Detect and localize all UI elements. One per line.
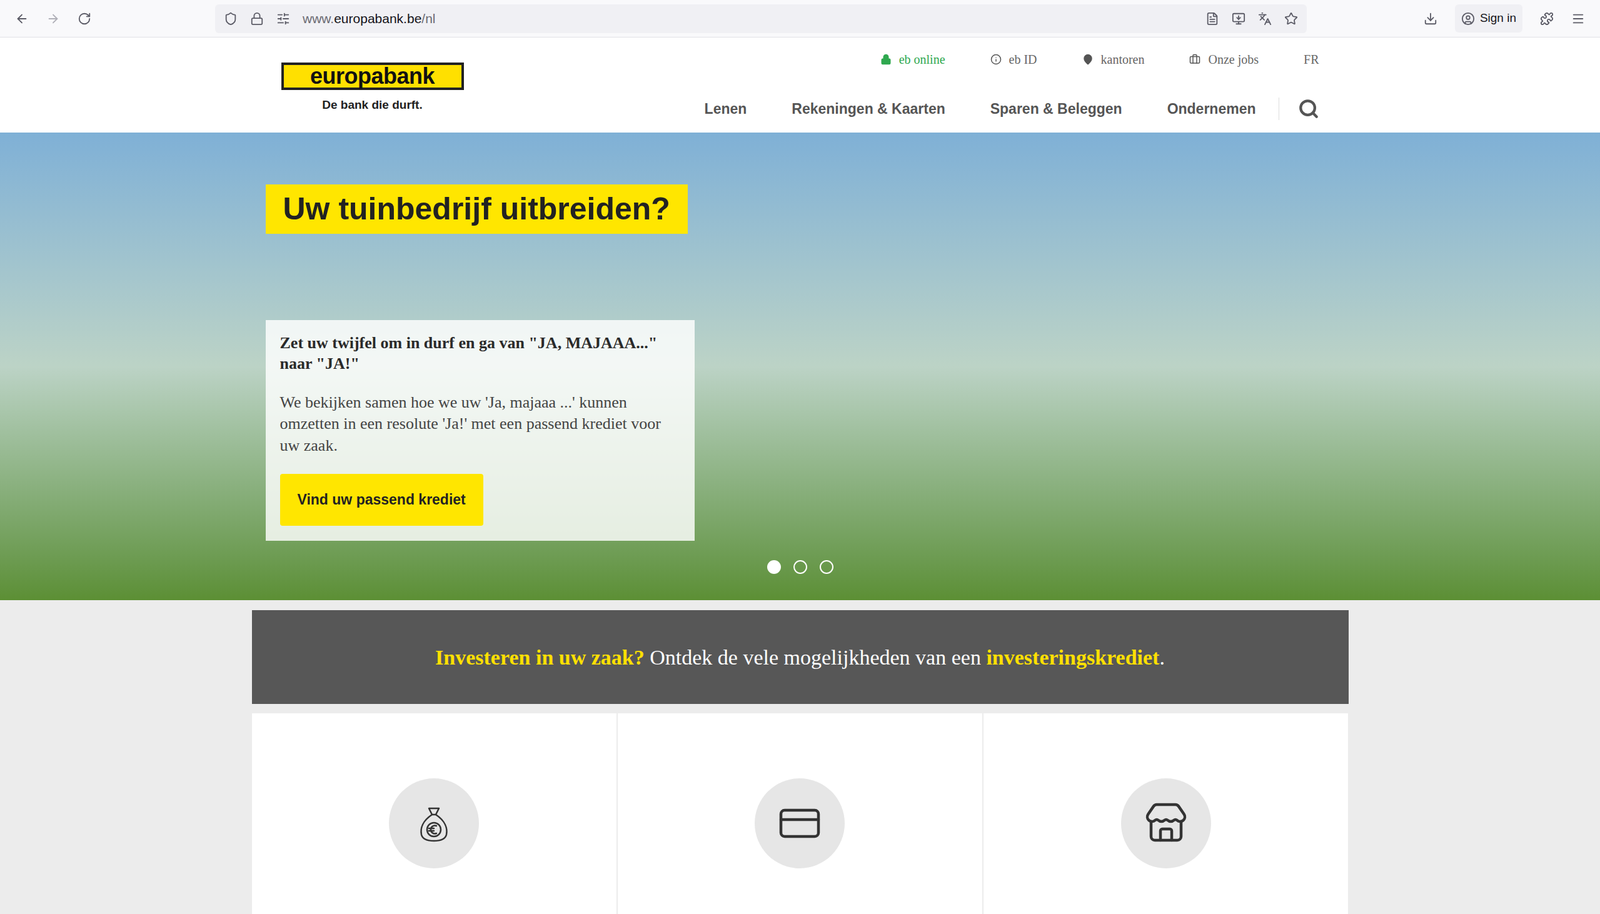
carousel-dot[interactable] [767,560,781,574]
hero-button[interactable]: Vind uw passend krediet [280,473,484,526]
feature-card[interactable] [617,713,983,914]
install-icon[interactable] [1231,11,1246,26]
hero-heading: Uw tuinbedrijf uitbreiden? [265,184,688,234]
top-link[interactable]: FR [1303,50,1319,69]
browser-toolbar: www.europabank.be/nl Sign in [0,0,1600,38]
top-link[interactable]: eb ID [990,50,1038,69]
investment-banner[interactable]: Investeren in uw zaak? Ontdek de vele mo… [251,610,1349,705]
nav-item[interactable]: Ondernemen [1167,98,1257,121]
reader-view-icon[interactable] [1205,11,1220,26]
bookmark-star-icon[interactable] [1284,11,1299,26]
shield-icon[interactable] [223,11,238,26]
nav-item[interactable]: Lenen [704,98,748,121]
hero-title: Zet uw twijfel om in durf en ga van "JA,… [280,332,681,376]
downloads-icon[interactable] [1423,11,1438,26]
shop-icon [1143,800,1189,846]
top-link[interactable]: kantoren [1082,50,1145,69]
site-header: europabankDe bank die durft.eb onlineeb … [0,37,1600,133]
lock-icon[interactable] [250,11,264,26]
main-nav: Lenen Rekeningen & Kaarten Sparen & Belegg… [704,97,1320,121]
page: www.europabank.be/nl Sign in europabank De … [0,0,1600,914]
permissions-icon[interactable] [276,11,291,26]
hero: Uw tuinbedrijf uitbreiden? Zet uw twijfel… [0,132,1600,601]
translate-icon[interactable] [1257,11,1272,26]
hero-textbox: Zet uw twijfel om in durf en ga van "JA,… [265,320,695,541]
nav-separator [1278,97,1280,121]
money-bag-icon [413,803,454,844]
tagline: De bank die durft. [322,96,423,115]
forward-icon[interactable] [46,11,61,26]
top-link[interactable]: Onze jobs [1189,50,1259,69]
menu-icon[interactable] [1571,11,1585,26]
top-link[interactable]: eb online [880,50,946,69]
carousel-dots [767,560,834,574]
nav-item[interactable]: Rekeningen & Kaarten [791,98,945,121]
logo-box: europabank [281,62,464,91]
feature-cards [251,713,1349,914]
briefcase-icon [1189,53,1201,66]
lock-icon [880,53,892,66]
logo[interactable]: europabank De bank die durft. [281,37,464,133]
url-text[interactable]: www.europabank.be/nl [302,8,1193,29]
pin-icon [1082,53,1094,66]
reload-icon[interactable] [77,11,92,26]
card-icon-circle [388,778,479,869]
carousel-dot[interactable] [793,560,808,574]
account-icon [1461,11,1475,26]
sign-in-button[interactable]: Sign in [1454,4,1523,33]
search-icon[interactable] [1298,98,1320,120]
card-icon-circle [1121,778,1212,869]
nav-item[interactable]: Sparen & Beleggen [990,98,1123,121]
url-bar[interactable]: www.europabank.be/nl [215,4,1307,34]
top-links: eb online eb ID kantoren Onze jobs FR [880,37,1320,69]
feature-card[interactable] [251,713,617,914]
hero-body: We bekijken samen hoe we uw 'Ja, majaaa … [280,392,681,457]
back-icon[interactable] [15,11,29,26]
extensions-icon[interactable] [1539,11,1554,26]
card-icon-circle [754,778,845,869]
feature-card[interactable] [983,713,1349,914]
carousel-dot[interactable] [819,560,834,574]
info-icon [990,53,1002,66]
credit-card-icon [777,800,823,846]
